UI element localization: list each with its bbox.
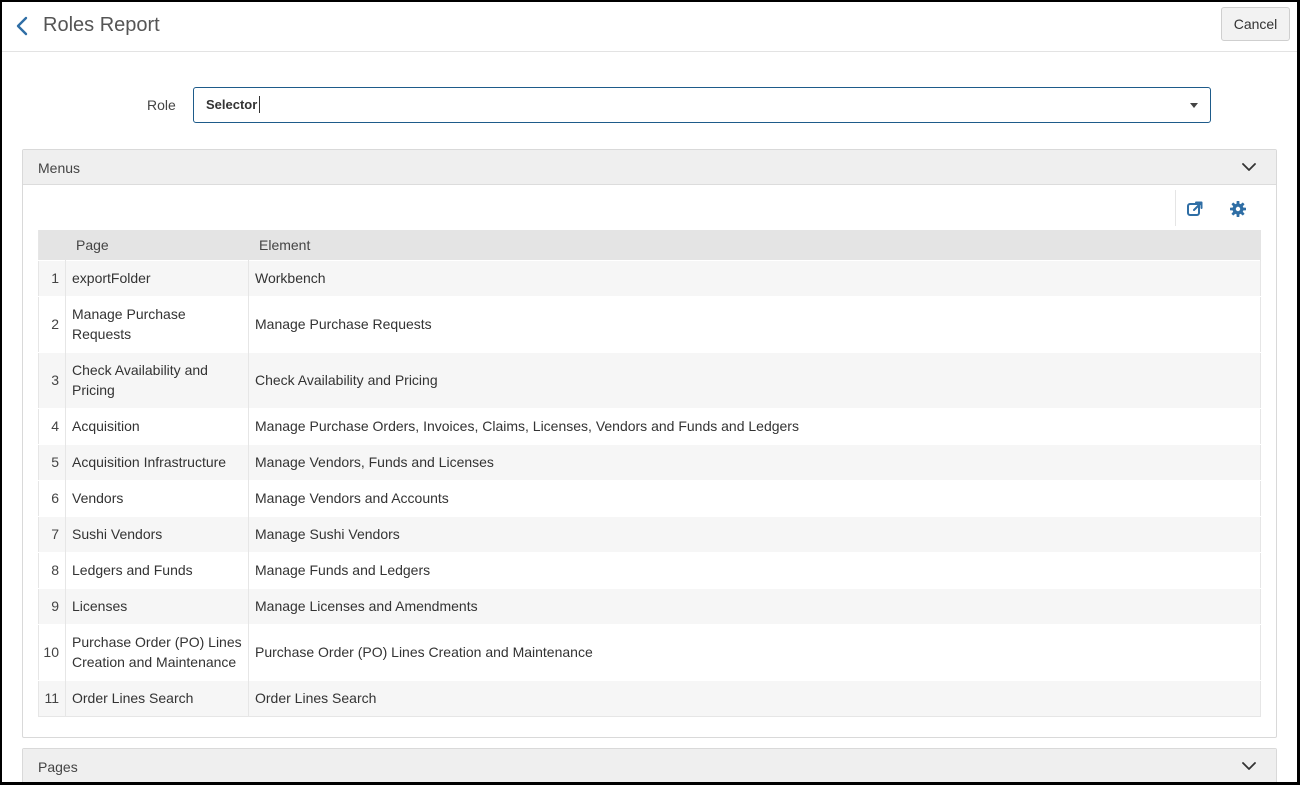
row-element: Check Availability and Pricing <box>248 351 1261 408</box>
column-header-number <box>38 230 66 260</box>
table-row: 6 Vendors Manage Vendors and Accounts <box>38 479 1261 516</box>
row-element: Manage Purchase Orders, Invoices, Claims… <box>248 407 1261 444</box>
menus-table: Page Element 1 exportFolder Workbench 2 Mana… <box>38 230 1261 717</box>
row-element: Manage Vendors and Accounts <box>248 479 1261 516</box>
row-page: Manage Purchase Requests <box>65 295 249 352</box>
row-element: Manage Funds and Ledgers <box>248 551 1261 588</box>
row-element: Purchase Order (PO) Lines Creation and M… <box>248 623 1261 680</box>
row-number: 10 <box>38 623 66 680</box>
table-row: 9 Licenses Manage Licenses and Amendments <box>38 587 1261 624</box>
table-row: 2 Manage Purchase Requests Manage Purchase… <box>38 295 1261 352</box>
table-row: 5 Acquisition Infrastructure Manage Vendor… <box>38 443 1261 480</box>
row-number: 11 <box>38 679 66 716</box>
gear-icon[interactable] <box>1229 200 1247 218</box>
chevron-down-icon[interactable] <box>1242 759 1256 773</box>
pages-panel: Pages <box>22 748 1277 782</box>
row-page: Order Lines Search <box>65 679 249 716</box>
row-number: 6 <box>38 479 66 516</box>
table-row: 11 Order Lines Search Order Lines Search <box>38 679 1261 716</box>
table-row: 4 Acquisition Manage Purchase Orders, Invo… <box>38 407 1261 444</box>
row-element: Manage Licenses and Amendments <box>248 587 1261 624</box>
row-page: Ledgers and Funds <box>65 551 249 588</box>
row-page: Vendors <box>65 479 249 516</box>
table-row: 7 Sushi Vendors Manage Sushi Vendors <box>38 515 1261 552</box>
row-number: 2 <box>38 295 66 352</box>
row-number: 9 <box>38 587 66 624</box>
row-page: Sushi Vendors <box>65 515 249 552</box>
pages-panel-header[interactable]: Pages <box>23 749 1276 782</box>
row-element: Manage Vendors, Funds and Licenses <box>248 443 1261 480</box>
table-row: 1 exportFolder Workbench <box>38 259 1261 296</box>
role-select[interactable]: Selector <box>193 87 1211 123</box>
table-row: 3 Check Availability and Pricing Check Ava… <box>38 351 1261 408</box>
row-number: 7 <box>38 515 66 552</box>
page-title: Roles Report <box>43 14 160 36</box>
row-page: Acquisition Infrastructure <box>65 443 249 480</box>
row-number: 8 <box>38 551 66 588</box>
row-page: Check Availability and Pricing <box>65 351 249 408</box>
row-number: 5 <box>38 443 66 480</box>
table-header-row: Page Element <box>38 230 1261 260</box>
roles-report-page: Roles Report Cancel Role Selector Menus <box>0 0 1300 785</box>
external-link-icon[interactable] <box>1186 200 1204 218</box>
table-row: 8 Ledgers and Funds Manage Funds and Ledge… <box>38 551 1261 588</box>
row-element: Manage Sushi Vendors <box>248 515 1261 552</box>
toolbar-divider <box>1175 190 1176 226</box>
pages-panel-title: Pages <box>38 759 78 775</box>
row-page: Purchase Order (PO) Lines Creation and M… <box>65 623 249 680</box>
cancel-button[interactable]: Cancel <box>1221 7 1290 41</box>
chevron-down-icon[interactable] <box>1242 160 1256 174</box>
row-number: 3 <box>38 351 66 408</box>
column-header-element[interactable]: Element <box>248 230 1261 260</box>
back-icon[interactable] <box>14 15 32 37</box>
row-number: 1 <box>38 259 66 296</box>
menus-panel-title: Menus <box>38 160 81 176</box>
page-header: Roles Report Cancel <box>2 2 1297 52</box>
row-page: exportFolder <box>65 259 249 296</box>
menus-panel: Menus Page Element 1 exportFolder Workbe… <box>22 149 1277 738</box>
menus-panel-header[interactable]: Menus <box>23 150 1276 185</box>
table-row: 10 Purchase Order (PO) Lines Creation and… <box>38 623 1261 680</box>
row-element: Order Lines Search <box>248 679 1261 716</box>
dropdown-arrow-icon[interactable] <box>1190 103 1198 108</box>
role-select-value: Selector <box>206 97 258 112</box>
row-element: Workbench <box>248 259 1261 296</box>
role-label: Role <box>147 97 176 113</box>
row-element: Manage Purchase Requests <box>248 295 1261 352</box>
text-cursor <box>259 96 260 113</box>
row-number: 4 <box>38 407 66 444</box>
column-header-page[interactable]: Page <box>65 230 249 260</box>
row-page: Licenses <box>65 587 249 624</box>
row-page: Acquisition <box>65 407 249 444</box>
menus-table-body: 1 exportFolder Workbench 2 Manage Purchase R… <box>38 259 1261 716</box>
